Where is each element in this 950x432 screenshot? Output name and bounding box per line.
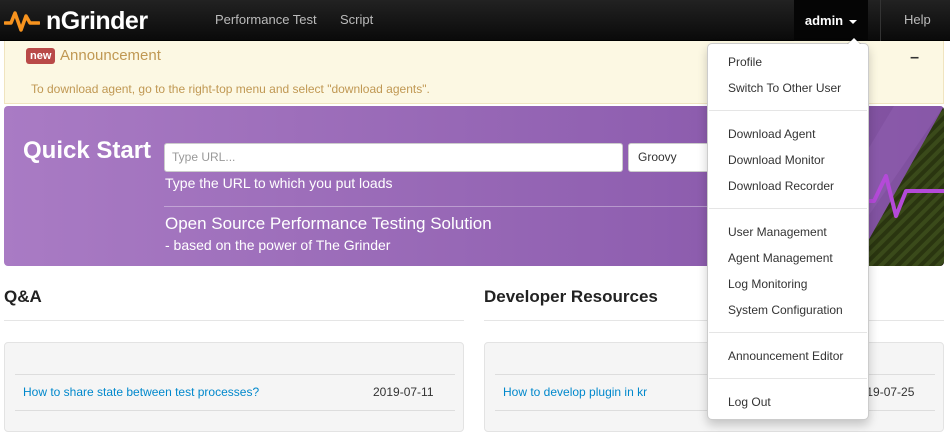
menu-download-recorder[interactable]: Download Recorder (728, 179, 834, 193)
announcement-title[interactable]: Announcement (60, 47, 161, 64)
menu-download-agent[interactable]: Download Agent (728, 127, 815, 141)
menu-profile[interactable]: Profile (728, 55, 762, 69)
menu-user-management[interactable]: User Management (728, 225, 827, 239)
top-navbar: nGrinder Performance Test Script admin H… (0, 0, 950, 41)
url-input[interactable]: Type URL... (164, 143, 623, 172)
dropdown-arrow-inner (848, 38, 860, 44)
slogan-sub: - based on the power of The Grinder (165, 237, 391, 253)
qa-title: Q&A (4, 287, 42, 306)
menu-announcement-editor[interactable]: Announcement Editor (728, 349, 843, 363)
new-badge: new (26, 48, 56, 64)
announcement-body: To download agent, go to the right-top m… (31, 82, 430, 96)
menu-switch-user[interactable]: Switch To Other User (728, 81, 841, 95)
menu-divider (709, 378, 867, 379)
dev-resources-title: Developer Resources (484, 287, 658, 306)
collapse-icon[interactable]: – (910, 49, 919, 67)
qa-divider (4, 320, 464, 321)
brand-logo[interactable]: nGrinder (4, 3, 148, 39)
row-divider (15, 374, 455, 375)
divider-line (164, 206, 724, 207)
menu-system-configuration[interactable]: System Configuration (728, 303, 843, 317)
nav-performance-test[interactable]: Performance Test (215, 12, 317, 27)
dev-row-title[interactable]: How to develop plugin in kr (503, 385, 647, 399)
url-hint: Type the URL to which you put loads (165, 175, 393, 191)
user-dropdown-menu: Profile Switch To Other User Download Ag… (707, 37, 869, 420)
qa-row-date: 2019-07-11 (373, 385, 434, 399)
script-type-select[interactable]: Groovy (628, 143, 718, 172)
menu-divider (709, 332, 867, 333)
caret-down-icon (849, 19, 858, 24)
username: admin (804, 13, 844, 28)
slogan: Open Source Performance Testing Solution (165, 214, 492, 233)
nav-divider (880, 0, 881, 41)
menu-divider (709, 208, 867, 209)
menu-log-monitoring[interactable]: Log Monitoring (728, 277, 807, 291)
row-divider (15, 410, 455, 411)
pulse-logo-icon (4, 11, 40, 32)
user-menu-toggle[interactable]: admin (794, 0, 868, 41)
qa-row-title[interactable]: How to share state between test processe… (23, 385, 259, 399)
nav-help[interactable]: Help (904, 12, 931, 27)
menu-divider (709, 110, 867, 111)
menu-agent-management[interactable]: Agent Management (728, 251, 833, 265)
quick-start-title: Quick Start (23, 137, 152, 164)
qa-panel: How to share state between test processe… (4, 342, 464, 432)
nav-script[interactable]: Script (340, 12, 373, 27)
menu-download-monitor[interactable]: Download Monitor (728, 153, 825, 167)
brand-name: nGrinder (46, 6, 148, 35)
menu-log-out[interactable]: Log Out (728, 395, 771, 409)
